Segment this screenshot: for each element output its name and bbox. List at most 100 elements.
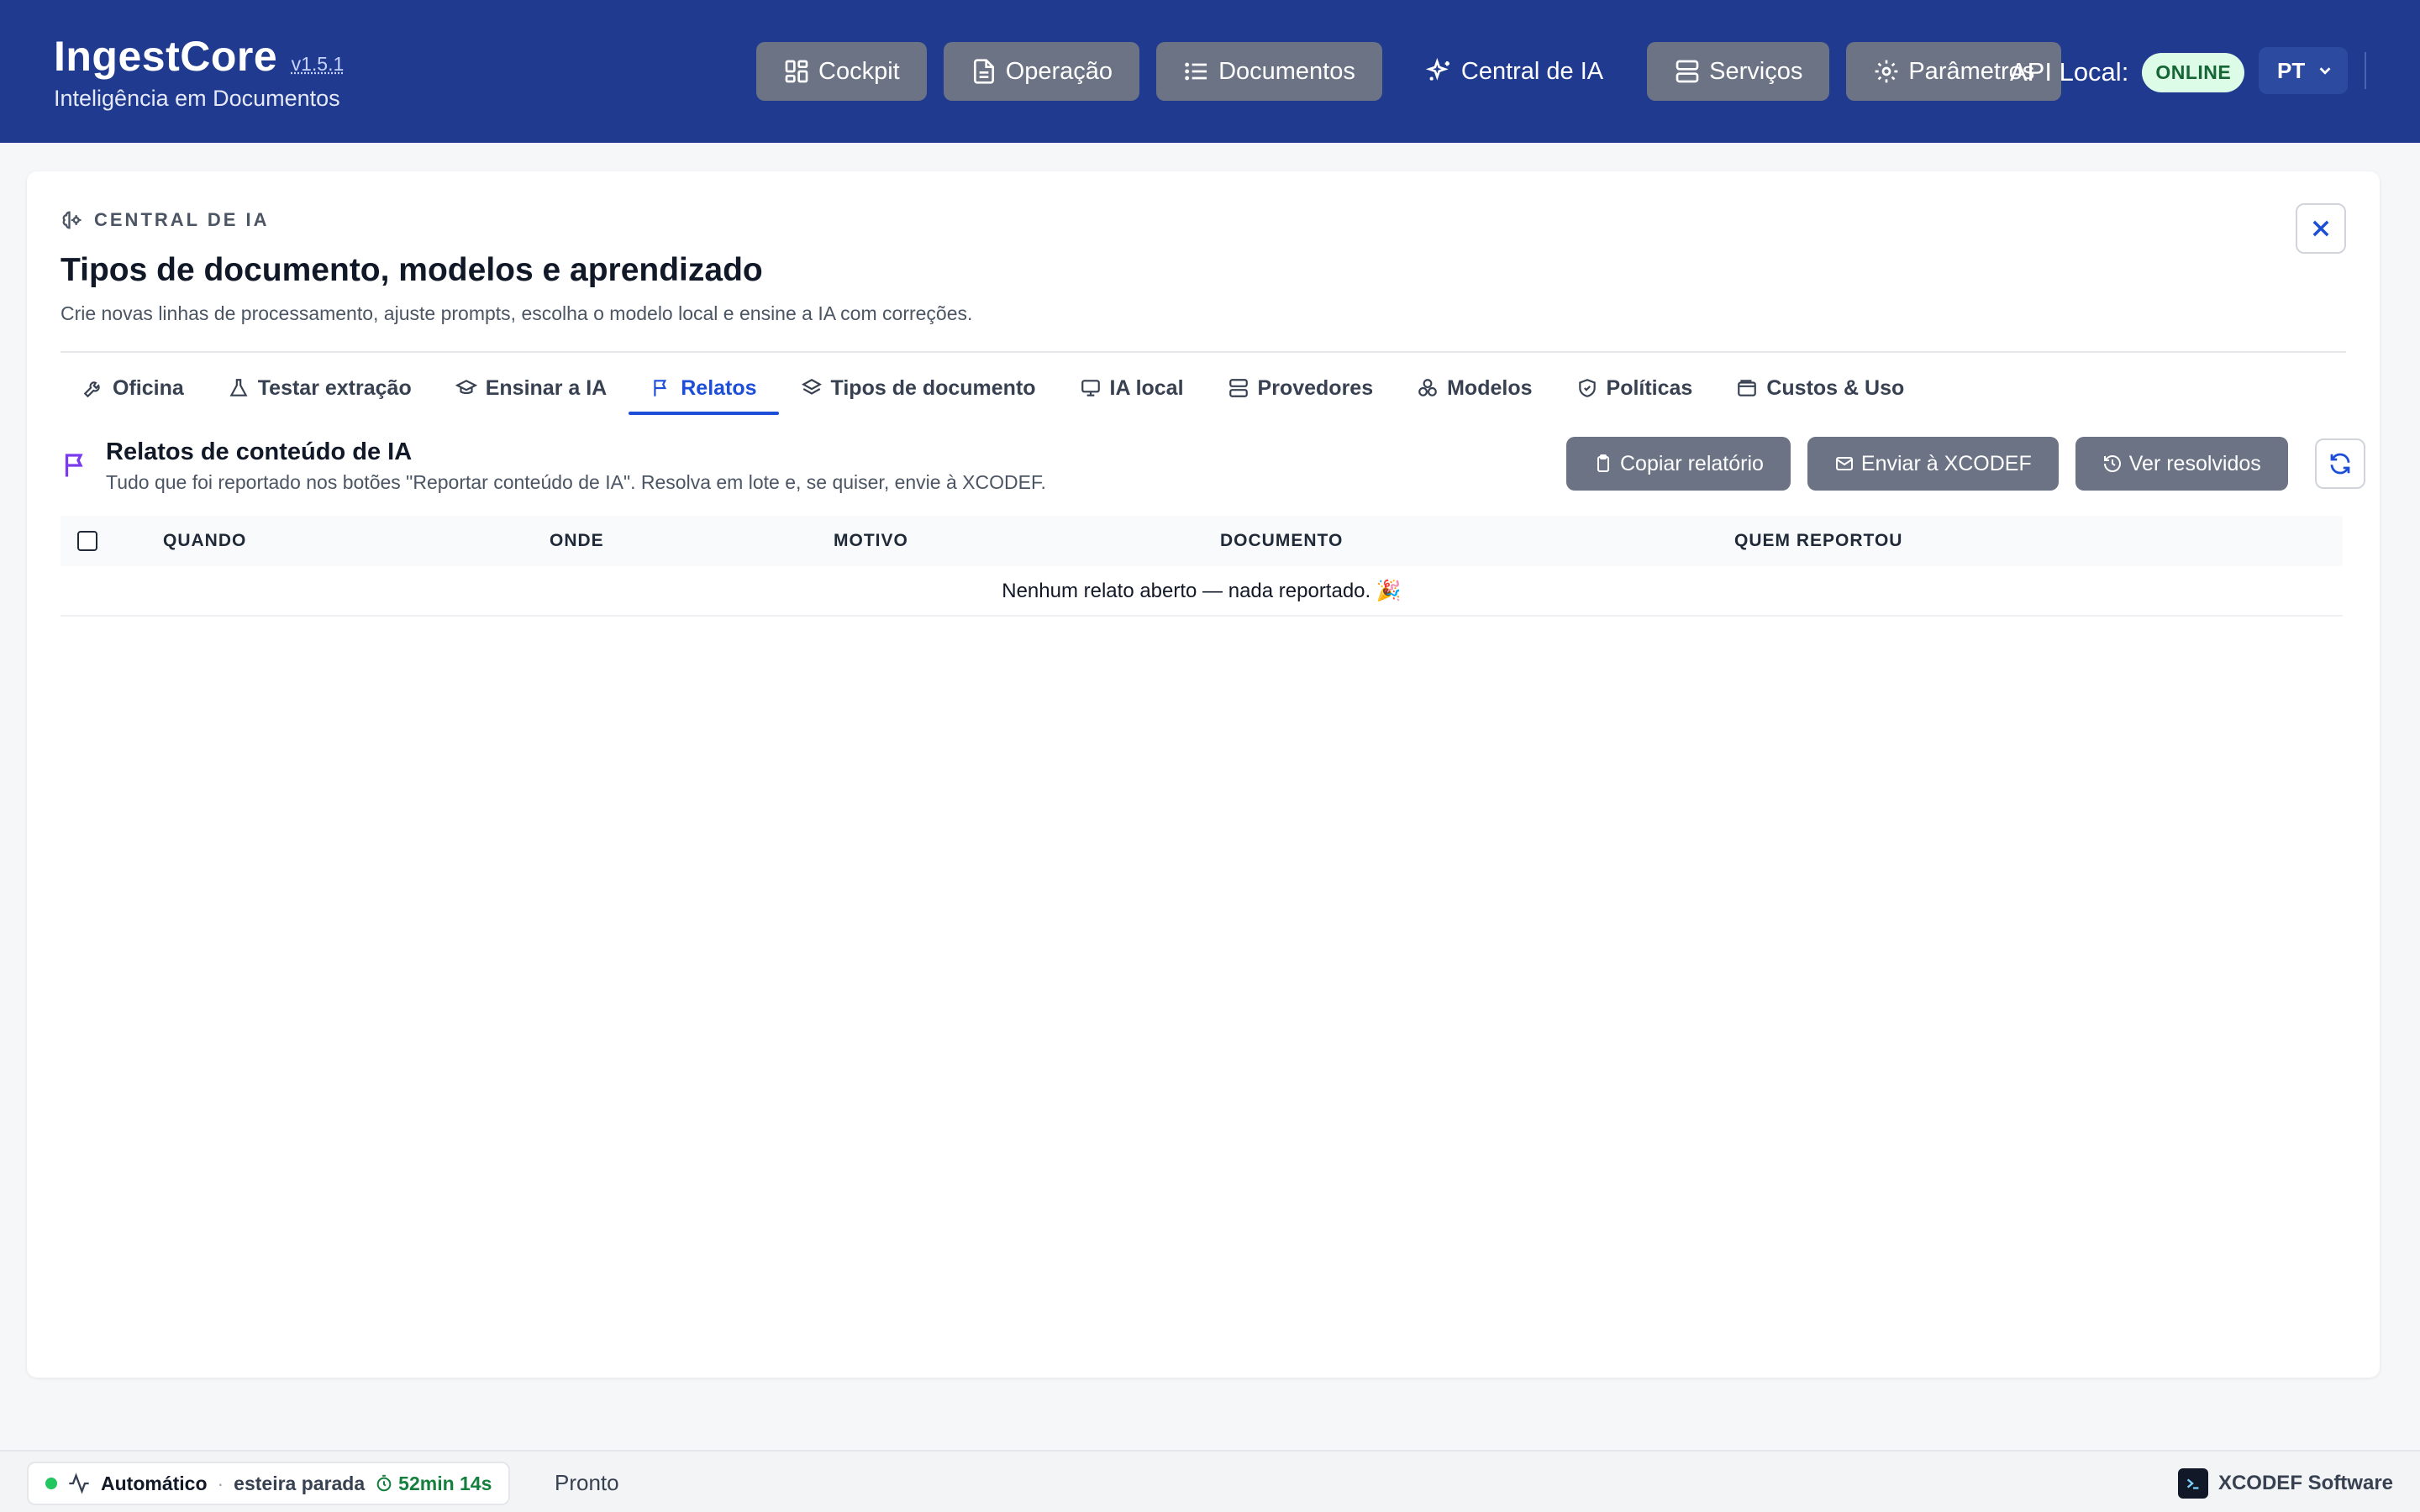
clipboard-icon [1597, 454, 1609, 472]
api-status: API Local: ONLINE [2010, 49, 2245, 96]
tab-label: Oficina [113, 375, 184, 400]
server-icon [1228, 379, 1248, 397]
mode-label: Automático [101, 1472, 208, 1494]
status-footer: Automático · esteira parada 52min 14s Pr… [0, 1450, 2420, 1512]
wallet-icon [1738, 380, 1757, 396]
nav-operacao-button[interactable]: Operação [943, 42, 1140, 101]
conveyor-status: esteira parada [234, 1472, 366, 1494]
nav-label: Cockpit [818, 57, 900, 85]
header-divider-line [60, 351, 2346, 353]
tab-testar-extracao[interactable]: Testar extração [206, 361, 434, 415]
nav-label: Central de IA [1460, 57, 1604, 85]
main-nav: Cockpit Operação Documentos Central de I… [756, 42, 2062, 101]
tab-label: Provedores [1257, 375, 1374, 400]
tab-relatos[interactable]: Relatos [629, 361, 779, 415]
tab-ensinar-ia[interactable]: Ensinar a IA [434, 361, 629, 415]
copy-report-button[interactable]: Copiar relatório [1566, 437, 1791, 491]
tab-label: Testar extração [257, 375, 412, 400]
tab-provedores[interactable]: Provedores [1206, 361, 1396, 415]
nav-central-ia-button[interactable]: Central de IA [1399, 42, 1630, 101]
empty-state-message: Nenhum relato aberto — nada reportado. 🎉 [1002, 579, 1402, 602]
table-header: QUANDO ONDE MOTIVO DOCUMENTO QUEM REPORT… [60, 516, 2343, 566]
language-select[interactable]: PT [2259, 47, 2348, 94]
tab-ia-local[interactable]: IA local [1058, 361, 1206, 415]
brain-cog-icon [62, 211, 82, 229]
flag-icon-wrapper [60, 438, 91, 494]
api-label: API Local: [2010, 57, 2129, 87]
header-divider [2365, 52, 2366, 89]
shield-icon [1578, 379, 1596, 397]
uptime-timer: 52min 14s [375, 1473, 492, 1495]
button-label: Enviar à XCODEF [1860, 451, 2032, 475]
sparkles-icon [1425, 58, 1449, 81]
tab-politicas[interactable]: Políticas [1555, 361, 1715, 415]
layout-dashboard-icon [785, 60, 808, 83]
nav-label: Serviços [1709, 57, 1803, 85]
reports-title: Relatos de conteúdo de IA [106, 438, 413, 465]
close-button[interactable] [2296, 203, 2346, 254]
chevron-down-icon [2319, 67, 2331, 75]
gear-icon [1876, 60, 1898, 83]
tab-tipos-documento[interactable]: Tipos de documento [779, 361, 1058, 415]
top-header: IngestCore v1.5.1 Inteligência em Docume… [0, 0, 2420, 143]
tab-label: Tipos de documento [830, 375, 1036, 400]
layers-icon [801, 379, 822, 395]
reports-section-header: Relatos de conteúdo de IA Tudo que foi r… [60, 438, 1046, 494]
vendor-name: XCODEF Software [2217, 1472, 2393, 1494]
central-ia-panel: CENTRAL DE IA Tipos de documento, modelo… [27, 171, 2380, 1378]
nav-documentos-button[interactable]: Documentos [1156, 42, 1382, 101]
list-icon [1185, 62, 1207, 81]
close-icon [2312, 220, 2329, 237]
tab-label: Modelos [1447, 375, 1533, 400]
graduation-cap-icon [455, 380, 477, 395]
status-dot [45, 1478, 57, 1489]
nav-servicos-button[interactable]: Serviços [1647, 42, 1830, 101]
timer-value: 52min 14s [398, 1472, 492, 1494]
send-xcodef-button[interactable]: Enviar à XCODEF [1807, 437, 2059, 491]
vendor-brand[interactable]: XCODEF Software [2177, 1468, 2393, 1499]
tab-bar: Oficina Testar extração Ensinar a IA Rel… [60, 361, 1926, 415]
tab-label: Relatos [681, 375, 757, 400]
brand: IngestCore v1.5.1 Inteligência em Docume… [54, 32, 344, 112]
column-header-motivo[interactable]: MOTIVO [834, 531, 908, 551]
button-label: Ver resolvidos [2128, 451, 2261, 475]
flag-icon [65, 454, 83, 477]
refresh-icon [2330, 453, 2350, 475]
column-header-onde[interactable]: ONDE [550, 531, 604, 551]
timer-icon [376, 1474, 392, 1492]
column-header-quem-reportou[interactable]: QUEM REPORTOU [1734, 531, 1902, 551]
reports-actions: Copiar relatório Enviar à XCODEF Ver res… [1566, 437, 2365, 491]
tab-label: Políticas [1606, 375, 1693, 400]
tab-oficina[interactable]: Oficina [60, 361, 206, 415]
refresh-button[interactable] [2314, 438, 2365, 489]
api-online-badge: ONLINE [2142, 52, 2245, 92]
flag-icon [654, 380, 667, 396]
mail-icon [1835, 457, 1853, 470]
app-subtitle: Inteligência em Documentos [54, 86, 340, 111]
empty-state-row: Nenhum relato aberto — nada reportado. 🎉 [60, 566, 2343, 617]
boxes-icon [1418, 379, 1437, 396]
button-label: Copiar relatório [1620, 451, 1764, 475]
tab-label: IA local [1109, 375, 1184, 400]
app-version[interactable]: v1.5.1 [292, 53, 345, 76]
tab-modelos[interactable]: Modelos [1395, 361, 1554, 415]
app-name: IngestCore [54, 33, 278, 80]
reports-table: QUANDO ONDE MOTIVO DOCUMENTO QUEM REPORT… [60, 516, 2343, 617]
column-header-quando[interactable]: QUANDO [163, 531, 246, 551]
tab-label: Custos & Uso [1766, 375, 1905, 400]
separator: · [217, 1472, 224, 1494]
select-all-checkbox[interactable] [77, 531, 97, 551]
file-text-icon [973, 59, 994, 84]
terminal-icon [2177, 1468, 2208, 1499]
history-icon [2103, 455, 2121, 472]
view-resolved-button[interactable]: Ver resolvidos [2075, 437, 2288, 491]
nav-cockpit-button[interactable]: Cockpit [756, 42, 927, 101]
reports-description: Tudo que foi reportado nos botões "Repor… [106, 471, 1046, 493]
ready-status: Pronto [555, 1470, 619, 1495]
column-header-documento[interactable]: DOCUMENTO [1220, 531, 1343, 551]
nav-label: Documentos [1218, 57, 1355, 85]
automation-status[interactable]: Automático · esteira parada 52min 14s [27, 1462, 511, 1505]
tab-custos-uso[interactable]: Custos & Uso [1714, 361, 1926, 415]
server-icon [1676, 60, 1699, 83]
language-value: PT [2277, 57, 2306, 83]
